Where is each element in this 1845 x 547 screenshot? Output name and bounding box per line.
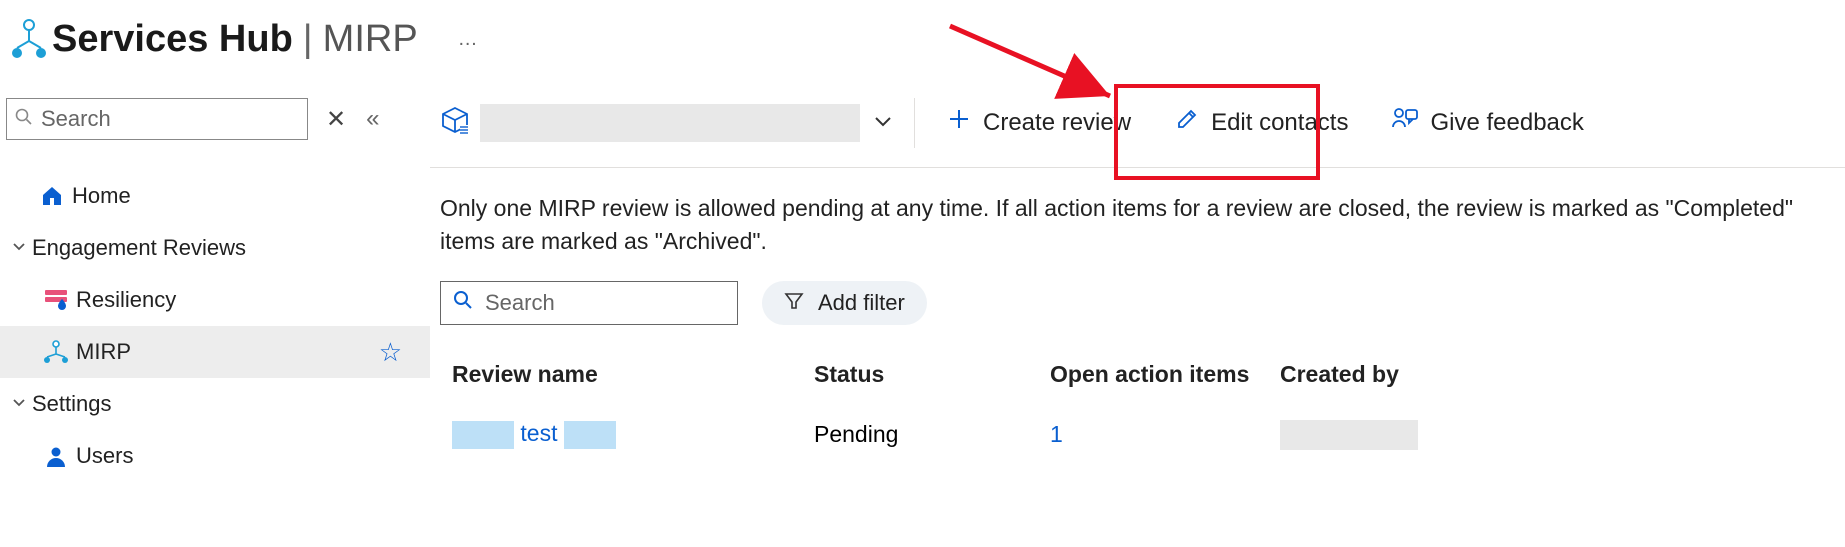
resiliency-icon — [36, 289, 76, 311]
feedback-icon — [1392, 107, 1418, 138]
button-label: Edit contacts — [1211, 109, 1348, 137]
column-review-name[interactable]: Review name — [452, 361, 814, 388]
divider — [914, 98, 915, 148]
services-hub-icon — [6, 19, 52, 59]
sidebar-item-resiliency[interactable]: Resiliency — [0, 274, 430, 326]
title-separator: | — [303, 18, 313, 61]
column-created-by[interactable]: Created by — [1280, 361, 1580, 388]
search-icon — [453, 290, 473, 315]
sidebar-search-input[interactable] — [41, 106, 299, 132]
more-button[interactable]: … — [458, 28, 480, 51]
page-section: MIRP — [323, 18, 418, 61]
sidebar-item-label: Resiliency — [76, 287, 176, 313]
edit-contacts-button[interactable]: Edit contacts — [1165, 101, 1358, 144]
package-icon — [440, 105, 470, 140]
package-selector[interactable] — [440, 104, 892, 142]
open-items-link[interactable]: 1 — [1050, 421, 1063, 447]
page-title: Services Hub — [52, 18, 293, 61]
created-by-redacted — [1280, 420, 1418, 450]
chevron-down-icon — [6, 239, 32, 258]
sidebar-item-label: Users — [76, 443, 133, 469]
column-open-action-items[interactable]: Open action items — [1050, 361, 1280, 388]
home-icon — [32, 184, 72, 208]
sidebar-search[interactable] — [6, 98, 308, 140]
collapse-sidebar-button[interactable]: « — [366, 105, 379, 133]
sidebar: ✕ « Home Engagement Reviews — [0, 78, 430, 547]
table-search-input[interactable] — [485, 290, 725, 316]
mirp-icon — [36, 340, 76, 364]
sidebar-item-label: Engagement Reviews — [32, 235, 246, 261]
column-status[interactable]: Status — [814, 361, 1050, 388]
filter-icon — [784, 290, 804, 316]
page-header: Services Hub | MIRP … — [0, 0, 1845, 78]
clear-search-button[interactable]: ✕ — [326, 105, 346, 134]
add-filter-button[interactable]: Add filter — [762, 281, 927, 325]
button-label: Add filter — [818, 290, 905, 316]
review-name-visible: test — [520, 420, 557, 446]
sidebar-item-label: MIRP — [76, 339, 131, 365]
table-search[interactable] — [440, 281, 738, 325]
chevron-down-icon — [6, 395, 32, 414]
toolbar: Create review Edit contacts Give feedbac… — [430, 78, 1845, 168]
status-cell: Pending — [814, 421, 1050, 448]
package-name-redacted — [480, 104, 860, 142]
button-label: Create review — [983, 109, 1131, 137]
table-header: Review name Status Open action items Cre… — [430, 339, 1845, 410]
review-name-link[interactable]: test — [452, 420, 616, 446]
button-label: Give feedback — [1430, 109, 1583, 137]
info-text: Only one MIRP review is allowed pending … — [430, 168, 1845, 271]
create-review-button[interactable]: Create review — [937, 101, 1141, 144]
plus-icon — [947, 107, 971, 138]
sidebar-item-label: Settings — [32, 391, 112, 417]
sidebar-item-engagement-reviews[interactable]: Engagement Reviews — [0, 222, 430, 274]
pencil-icon — [1175, 107, 1199, 138]
user-icon — [36, 445, 76, 467]
sidebar-item-settings[interactable]: Settings — [0, 378, 430, 430]
search-icon — [15, 108, 33, 131]
sidebar-item-users[interactable]: Users — [0, 430, 430, 482]
table-row[interactable]: test Pending 1 — [430, 410, 1845, 460]
sidebar-item-mirp[interactable]: MIRP ☆ — [0, 326, 430, 378]
give-feedback-button[interactable]: Give feedback — [1382, 101, 1593, 144]
sidebar-item-home[interactable]: Home — [0, 170, 430, 222]
favorite-star-icon[interactable]: ☆ — [379, 337, 402, 368]
chevron-down-icon — [874, 112, 892, 133]
sidebar-item-label: Home — [72, 183, 131, 209]
main-content: Create review Edit contacts Give feedbac… — [430, 78, 1845, 547]
